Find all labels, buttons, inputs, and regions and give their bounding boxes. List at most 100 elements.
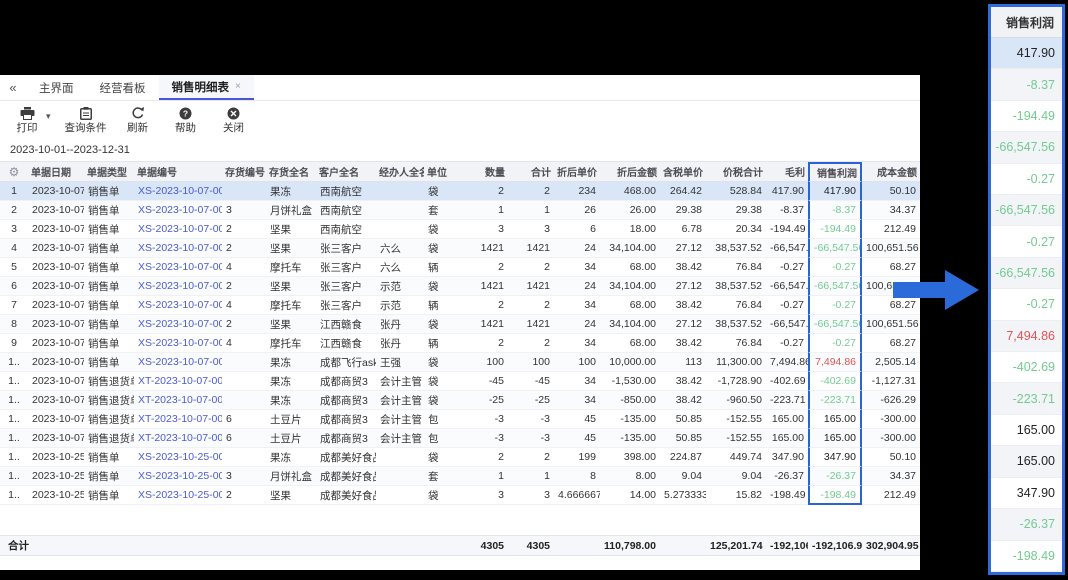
toolbar-button-查询条件[interactable]: 查询条件: [65, 105, 107, 135]
cell-disc_amount: 398.00: [600, 448, 660, 467]
column-header-cost[interactable]: 成本金额: [862, 162, 920, 182]
column-header-date[interactable]: 单据日期: [28, 162, 84, 182]
cell-disc_amount: 68.00: [600, 334, 660, 353]
cell-doc_no[interactable]: XS-2023-10-25-00028: [134, 486, 222, 505]
profit-panel-value: -0.27: [991, 289, 1062, 320]
gear-icon[interactable]: ⚙: [9, 165, 20, 179]
column-header-handler[interactable]: 经办人全名: [376, 162, 424, 182]
dropdown-caret-icon[interactable]: ▾: [46, 111, 51, 122]
table-row[interactable]: 62023-10-07销售单XS-2023-10-07-000422坚果张三客户…: [0, 277, 920, 296]
cell-qty: 3: [456, 220, 508, 239]
table-row[interactable]: 12023-10-07销售单XS-2023-10-07-00040果冻西南航空袋…: [0, 182, 920, 201]
toolbar-button-帮助[interactable]: ?帮助: [169, 105, 203, 135]
cell-qty: -3: [456, 429, 508, 448]
cell-date: 2023-10-07: [28, 391, 84, 410]
cell-doc_no[interactable]: XS-2023-10-07-00044: [134, 353, 222, 372]
table-row[interactable]: 1..2023-10-07销售单XS-2023-10-07-00044果冻成都飞…: [0, 353, 920, 372]
cell-doc_no[interactable]: XS-2023-10-07-00042: [134, 277, 222, 296]
table-row[interactable]: 1..2023-10-07销售退货单XT-2023-10-07-000106土豆…: [0, 410, 920, 429]
column-header-profit[interactable]: 销售利润: [808, 162, 862, 182]
toolbar-button-刷新[interactable]: 刷新: [121, 105, 155, 135]
table-row[interactable]: 1..2023-10-25销售单XS-2023-10-25-000282坚果成都…: [0, 486, 920, 505]
column-header-inv_name[interactable]: 存货全名: [266, 162, 316, 182]
tab-close-icon[interactable]: ×: [235, 81, 241, 92]
cell-inv_name: 月饼礼盒: [266, 467, 316, 486]
table-row[interactable]: 1..2023-10-07销售退货单XT-2023-10-07-00009果冻成…: [0, 391, 920, 410]
cell-doc_no[interactable]: XT-2023-10-07-00008: [134, 372, 222, 391]
cell-gross: -66,547.56: [766, 315, 808, 334]
table-row[interactable]: 1..2023-10-25销售单XS-2023-10-25-00028果冻成都美…: [0, 448, 920, 467]
table-row[interactable]: 1..2023-10-07销售退货单XT-2023-10-07-00008果冻成…: [0, 372, 920, 391]
column-header-tax_price[interactable]: 含税单价: [660, 162, 706, 182]
column-header-customer[interactable]: 客户全名: [316, 162, 376, 182]
toolbar-button-打印[interactable]: 打印: [10, 105, 44, 135]
cell-total: 1: [508, 467, 554, 486]
table-row[interactable]: 1..2023-10-25销售单XS-2023-10-25-000283月饼礼盒…: [0, 467, 920, 486]
cell-doc_no[interactable]: XS-2023-10-07-00043: [134, 315, 222, 334]
cell-no: 4: [0, 239, 28, 258]
cell-doc_no[interactable]: XT-2023-10-07-00009: [134, 391, 222, 410]
column-header-type[interactable]: 单据类型: [84, 162, 134, 182]
column-header-gross[interactable]: 毛利: [766, 162, 808, 182]
tab-label: 主界面: [39, 80, 74, 96]
table-row[interactable]: 22023-10-07销售单XS-2023-10-07-000403月饼礼盒西南…: [0, 201, 920, 220]
cell-doc_no[interactable]: XS-2023-10-25-00028: [134, 467, 222, 486]
table-row[interactable]: 82023-10-07销售单XS-2023-10-07-000432坚果江西赣食…: [0, 315, 920, 334]
cell-doc_no[interactable]: XS-2023-10-07-00040: [134, 220, 222, 239]
column-header-qty[interactable]: 数量: [456, 162, 508, 182]
cell-profit: 417.90: [808, 182, 862, 201]
toolbar-button-关闭[interactable]: 关闭: [217, 105, 251, 135]
tab-经营看板[interactable]: 经营看板: [87, 75, 159, 100]
total-cell-disc_amount: 110,798.00: [600, 535, 660, 556]
total-cell-profit: -192,106.95: [808, 535, 862, 556]
table-row[interactable]: 1..2023-10-07销售退货单XT-2023-10-07-000116土豆…: [0, 429, 920, 448]
cell-doc_no[interactable]: XS-2023-10-25-00028: [134, 448, 222, 467]
cell-unit: 袋: [424, 448, 456, 467]
column-header-disc_price[interactable]: 折后单价: [554, 162, 600, 182]
cell-doc_no[interactable]: XS-2023-10-07-00041: [134, 239, 222, 258]
column-settings-header[interactable]: ⚙: [0, 162, 28, 182]
table-row[interactable]: 92023-10-07销售单XS-2023-10-07-000434摩托车江西赣…: [0, 334, 920, 353]
cell-disc_amount: 34,104.00: [600, 239, 660, 258]
column-header-tax_total[interactable]: 价税合计: [706, 162, 766, 182]
cell-inv_name: 果冻: [266, 353, 316, 372]
tab-销售明细表[interactable]: 销售明细表×: [159, 75, 254, 100]
table-row[interactable]: 32023-10-07销售单XS-2023-10-07-000402坚果西南航空…: [0, 220, 920, 239]
cell-qty: 1421: [456, 239, 508, 258]
collapse-sidebar-icon[interactable]: «: [0, 75, 26, 100]
cell-doc_no[interactable]: XS-2023-10-07-00041: [134, 258, 222, 277]
tab-主界面[interactable]: 主界面: [26, 75, 87, 100]
cell-tax_total: 528.84: [706, 182, 766, 201]
tab-label: 经营看板: [100, 80, 146, 96]
cell-doc_no[interactable]: XS-2023-10-07-00042: [134, 296, 222, 315]
cell-doc_no[interactable]: XS-2023-10-07-00040: [134, 182, 222, 201]
column-header-total[interactable]: 合计: [508, 162, 554, 182]
column-header-disc_amount[interactable]: 折后金额: [600, 162, 660, 182]
cell-tax_total: 38,537.52: [706, 277, 766, 296]
cell-qty: 1421: [456, 315, 508, 334]
cell-customer: 张三客户: [316, 239, 376, 258]
cell-type: 销售单: [84, 315, 134, 334]
cell-tax_price: 224.87: [660, 448, 706, 467]
cell-doc_no[interactable]: XT-2023-10-07-00010: [134, 410, 222, 429]
column-header-doc_no[interactable]: 单据编号: [134, 162, 222, 182]
total-cell-tax_total: 125,201.74: [706, 535, 766, 556]
cell-no: 5: [0, 258, 28, 277]
cell-disc_price: 199: [554, 448, 600, 467]
cell-inv_name: 坚果: [266, 315, 316, 334]
cell-handler: [376, 467, 424, 486]
column-header-unit[interactable]: 单位: [424, 162, 456, 182]
table-row[interactable]: 72023-10-07销售单XS-2023-10-07-000424摩托车张三客…: [0, 296, 920, 315]
cell-doc_no[interactable]: XS-2023-10-07-00040: [134, 201, 222, 220]
cell-inv_no: 2: [222, 239, 266, 258]
cell-total: 2: [508, 296, 554, 315]
cell-doc_no[interactable]: XT-2023-10-07-00011: [134, 429, 222, 448]
total-cell-inv_no: [222, 535, 266, 556]
totals-table: 合计43054305110,798.00125,201.74-192,106.9…: [0, 535, 920, 556]
table-row[interactable]: 52023-10-07销售单XS-2023-10-07-000414摩托车张三客…: [0, 258, 920, 277]
cell-no: 1..: [0, 467, 28, 486]
cell-doc_no[interactable]: XS-2023-10-07-00043: [134, 334, 222, 353]
cell-no: 3: [0, 220, 28, 239]
table-row[interactable]: 42023-10-07销售单XS-2023-10-07-000412坚果张三客户…: [0, 239, 920, 258]
column-header-inv_no[interactable]: 存货编号: [222, 162, 266, 182]
